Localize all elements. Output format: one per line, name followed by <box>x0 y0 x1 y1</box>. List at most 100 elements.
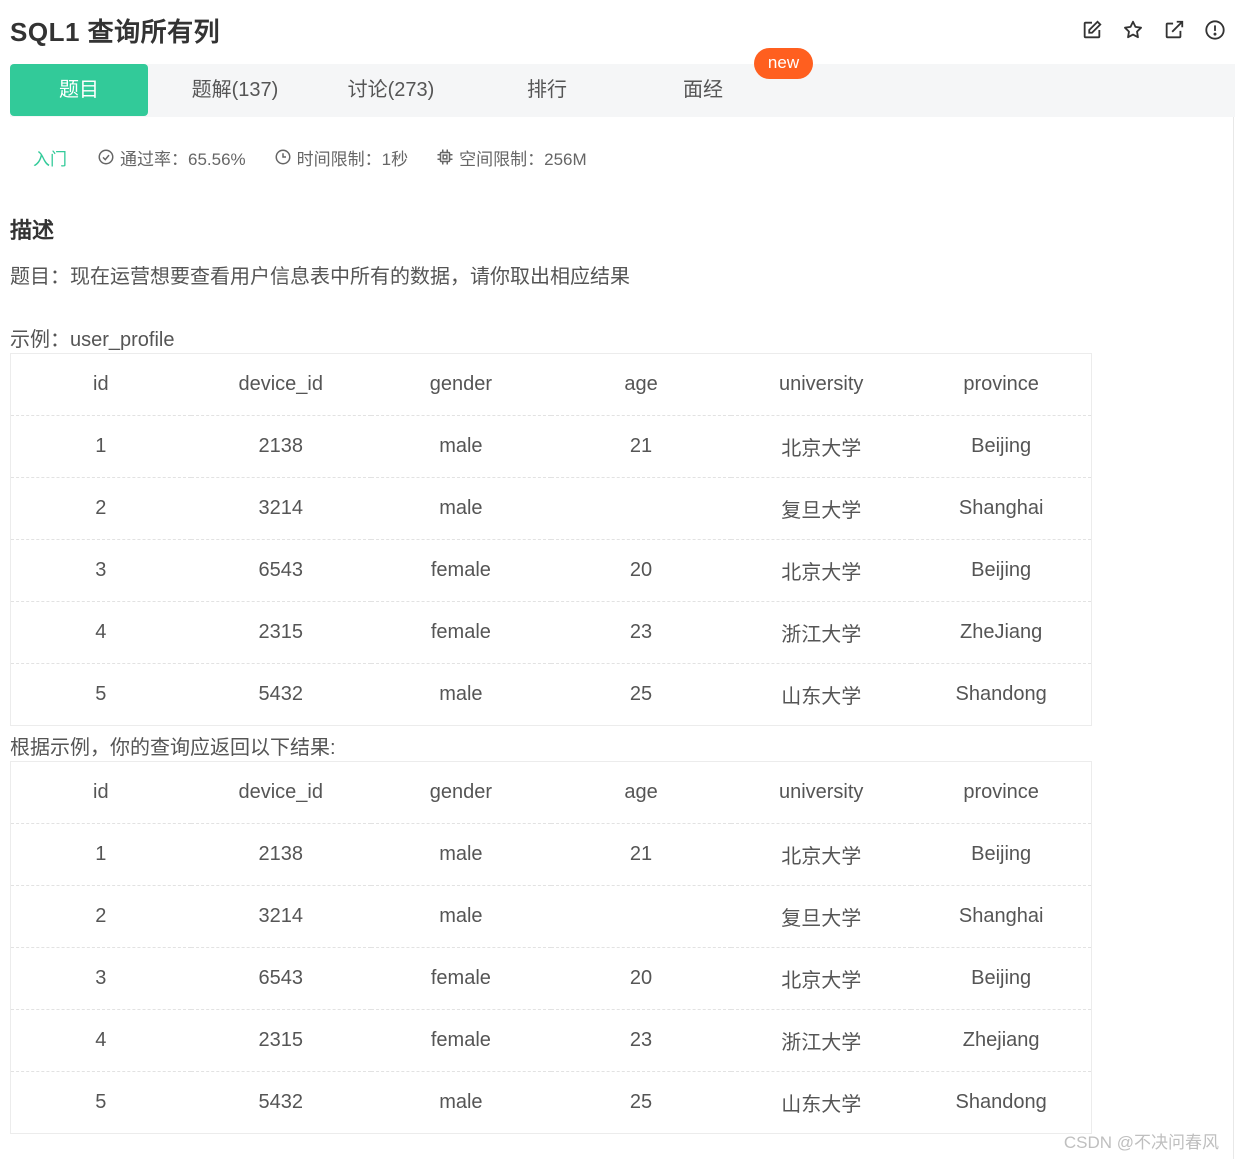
table-cell: male <box>370 477 551 540</box>
table-cell: 21 <box>550 823 732 886</box>
info-icon[interactable] <box>1203 18 1227 42</box>
column-header: gender <box>370 353 551 416</box>
table-cell: 21 <box>550 415 732 478</box>
table-cell: male <box>370 823 551 886</box>
tab-interview[interactable]: 面经 <box>633 64 773 116</box>
pass-rate-text: 通过率：65.56% <box>120 149 246 169</box>
table-cell: 浙江大学 <box>731 1009 912 1072</box>
table-cell: 浙江大学 <box>731 601 912 664</box>
table-cell: female <box>370 1009 551 1072</box>
table-cell: ZheJiang <box>911 601 1092 664</box>
table-cell: 2138 <box>190 415 371 478</box>
table-cell: male <box>370 885 551 948</box>
table-cell: Zhejiang <box>911 1009 1092 1072</box>
table-cell: 23 <box>550 1009 732 1072</box>
table-cell: female <box>370 539 551 602</box>
table-cell: 2315 <box>190 1009 371 1072</box>
table-cell: 5 <box>10 1071 191 1134</box>
table-cell: Beijing <box>911 823 1092 886</box>
table-cell: Beijing <box>911 947 1092 1010</box>
page-title: SQL1 查询所有列 <box>10 17 221 47</box>
table-cell: 山东大学 <box>731 663 912 726</box>
result-table: id device_id gender age university provi… <box>10 761 1092 1134</box>
problem-meta: 入门 通过率：65.56% 时间限制：1秒 空间限制：256M <box>33 143 615 171</box>
result-label: 根据示例，你的查询应返回以下结果: <box>10 737 336 759</box>
table-cell: 5432 <box>190 663 371 726</box>
table-cell: 20 <box>550 947 732 1010</box>
table-header-row: id device_id gender age university provi… <box>10 353 1092 416</box>
table-cell: Shanghai <box>911 477 1092 540</box>
example-label: 示例：user_profile <box>10 329 175 351</box>
difficulty-badge: 入门 <box>33 149 67 169</box>
table-cell: 2315 <box>190 601 371 664</box>
column-header: age <box>550 353 732 416</box>
column-header: device_id <box>190 353 371 416</box>
table-cell: 20 <box>550 539 732 602</box>
column-header: id <box>10 353 191 416</box>
column-header: province <box>911 353 1092 416</box>
table-row: 3 6543 female 20 北京大学 Beijing <box>10 947 1092 1010</box>
header: SQL1 查询所有列 <box>0 0 1235 62</box>
table-cell: 23 <box>550 601 732 664</box>
table-row: 5 5432 male 25 山东大学 Shandong <box>10 663 1092 726</box>
table-cell: Shandong <box>911 663 1092 726</box>
table-cell: 25 <box>550 1071 732 1134</box>
table-cell: female <box>370 601 551 664</box>
table-cell: 山东大学 <box>731 1071 912 1134</box>
table-cell: male <box>370 663 551 726</box>
pass-rate: 通过率：65.56% <box>97 145 246 170</box>
edit-icon[interactable] <box>1080 18 1104 42</box>
table-cell: 6543 <box>190 947 371 1010</box>
table-row: 1 2138 male 21 北京大学 Beijing <box>10 415 1092 478</box>
table-cell <box>550 477 732 540</box>
tab-problem[interactable]: 题目 <box>10 64 148 116</box>
column-header: id <box>10 761 191 824</box>
table-cell: 5432 <box>190 1071 371 1134</box>
table-cell: 1 <box>10 415 191 478</box>
table-cell <box>550 885 732 948</box>
table-cell: 4 <box>10 1009 191 1072</box>
tab-ranking[interactable]: 排行 <box>477 64 617 116</box>
example-table: id device_id gender age university provi… <box>10 353 1092 726</box>
table-row: 5 5432 male 25 山东大学 Shandong <box>10 1071 1092 1134</box>
star-icon[interactable] <box>1121 18 1145 42</box>
table-cell: 北京大学 <box>731 947 912 1010</box>
tab-bar: 题目 题解(137) 讨论(273) 排行 面经 <box>10 64 1235 117</box>
table-cell: Shanghai <box>911 885 1092 948</box>
time-limit: 时间限制：1秒 <box>274 145 408 170</box>
divider <box>1233 117 1234 1159</box>
description-text: 题目：现在运营想要查看用户信息表中所有的数据，请你取出相应结果 <box>10 266 630 288</box>
table-cell: 复旦大学 <box>731 885 912 948</box>
space-limit: 空间限制：256M <box>436 145 587 170</box>
column-header: university <box>731 353 912 416</box>
table-cell: 复旦大学 <box>731 477 912 540</box>
column-header: university <box>731 761 912 824</box>
tab-solutions[interactable]: 题解(137) <box>165 64 305 116</box>
time-limit-text: 时间限制：1秒 <box>296 149 409 169</box>
description-heading: 描述 <box>10 218 55 243</box>
table-cell: female <box>370 947 551 1010</box>
table-row: 2 3214 male 复旦大学 Shanghai <box>10 477 1092 540</box>
table-cell: 5 <box>10 663 191 726</box>
table-cell: 3214 <box>190 477 371 540</box>
external-link-icon[interactable] <box>1162 18 1186 42</box>
toolbar <box>1080 18 1227 42</box>
table-row: 4 2315 female 23 浙江大学 ZheJiang <box>10 601 1092 664</box>
table-cell: male <box>370 1071 551 1134</box>
table-cell: 北京大学 <box>731 823 912 886</box>
table-cell: 3 <box>10 947 191 1010</box>
clock-icon <box>275 149 291 165</box>
table-cell: Shandong <box>911 1071 1092 1134</box>
tab-discussion[interactable]: 讨论(273) <box>321 64 461 116</box>
table-cell: 北京大学 <box>731 539 912 602</box>
column-header: province <box>911 761 1092 824</box>
column-header: gender <box>370 761 551 824</box>
table-cell: 6543 <box>190 539 371 602</box>
check-circle-icon <box>98 149 114 165</box>
table-cell: 1 <box>10 823 191 886</box>
table-cell: Beijing <box>911 415 1092 478</box>
table-cell: 2 <box>10 477 191 540</box>
column-header: device_id <box>190 761 371 824</box>
table-cell: 2138 <box>190 823 371 886</box>
table-cell: 4 <box>10 601 191 664</box>
